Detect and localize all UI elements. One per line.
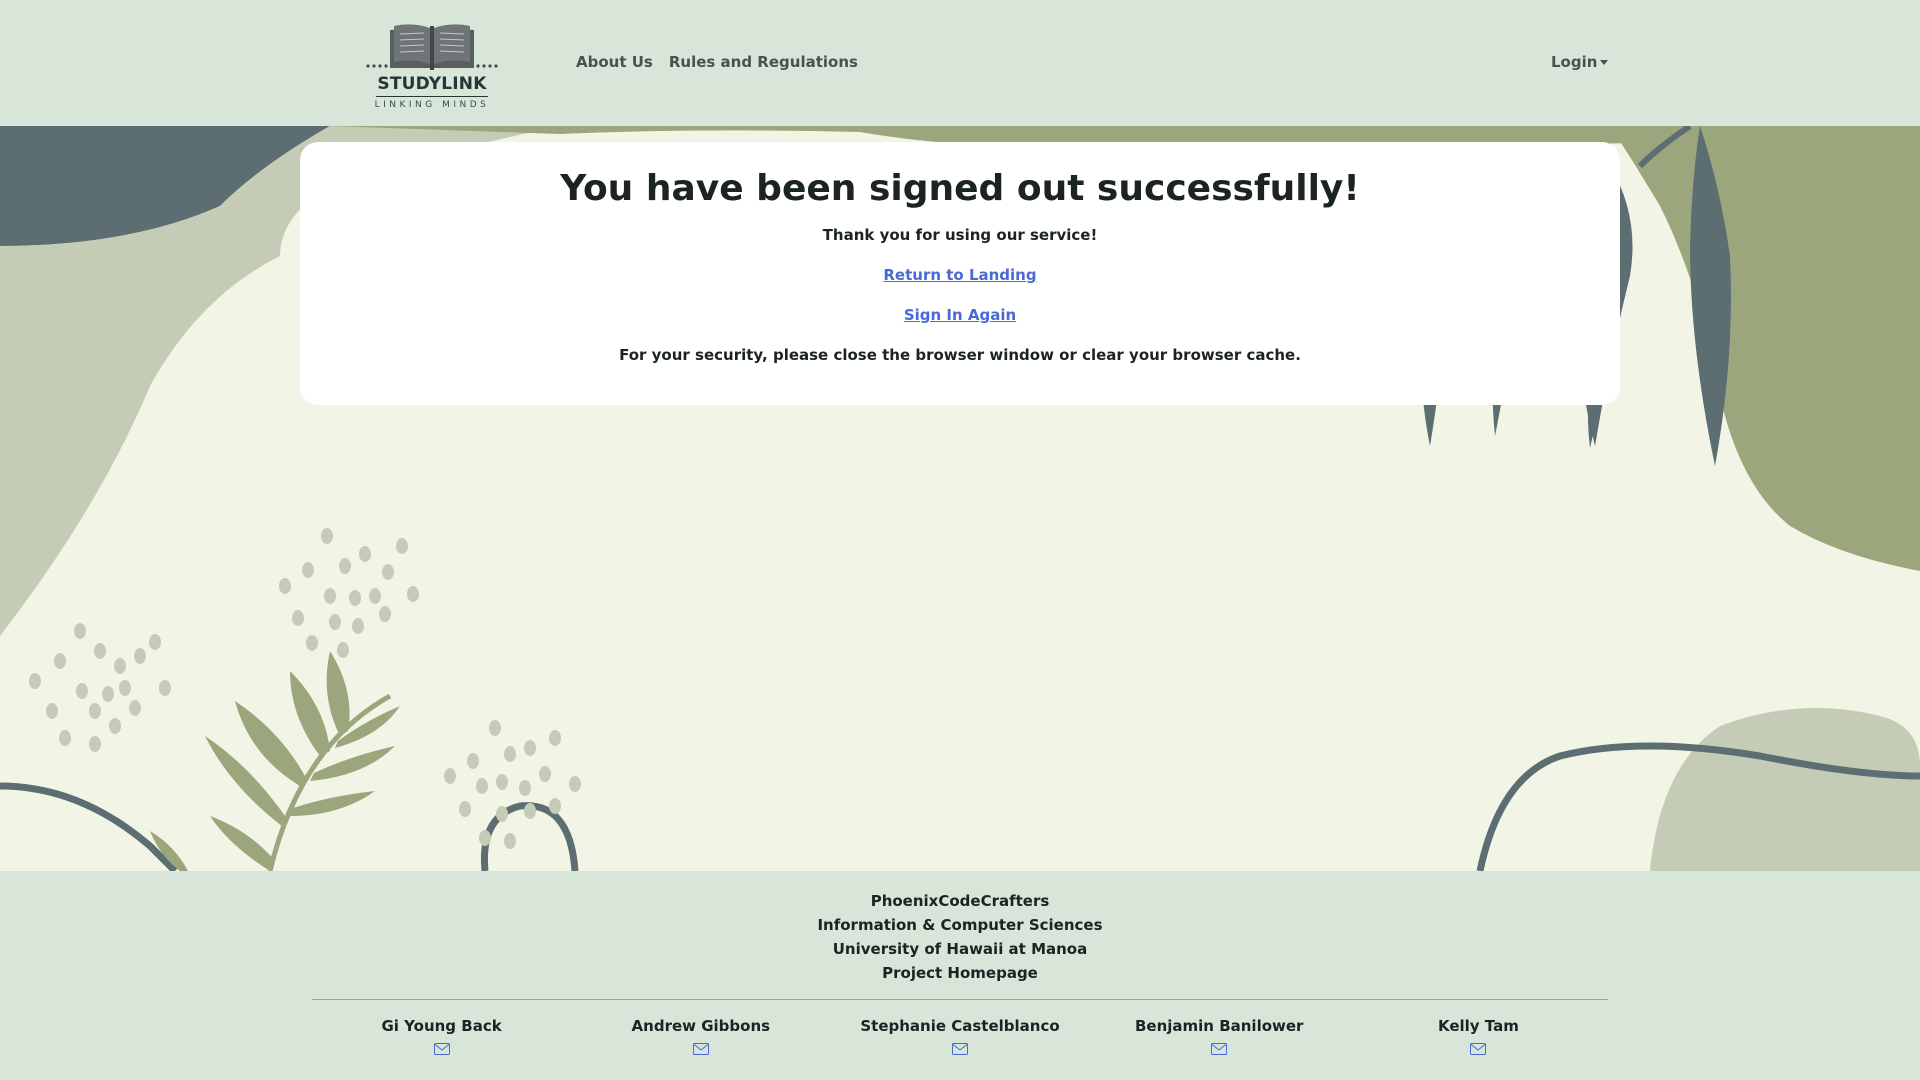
team-member: Kelly Tam <box>1349 1017 1608 1055</box>
security-note: For your security, please close the brow… <box>619 346 1301 364</box>
signout-title: You have been signed out successfully! <box>560 168 1360 209</box>
team-member: Benjamin Banilower <box>1090 1017 1349 1055</box>
member-name: Gi Young Back <box>381 1017 502 1035</box>
return-link-row: Return to Landing <box>300 266 1620 284</box>
envelope-icon[interactable] <box>952 1043 968 1055</box>
brand-tagline: LINKING MINDS <box>374 100 490 110</box>
footer-department: Information & Computer Sciences <box>817 916 1103 934</box>
team-member: Andrew Gibbons <box>571 1017 830 1055</box>
signout-card: You have been signed out successfully! T… <box>300 142 1620 405</box>
navbar: STUDYLINK LINKING MINDS About Us Rules a… <box>0 0 1920 126</box>
member-name: Andrew Gibbons <box>631 1017 771 1035</box>
envelope-icon[interactable] <box>1470 1043 1487 1055</box>
nav-rules-and-regulations[interactable]: Rules and Regulations <box>669 53 858 71</box>
member-name: Benjamin Banilower <box>1134 1017 1304 1035</box>
login-dropdown[interactable]: Login <box>1551 53 1609 71</box>
footer: PhoenixCodeCrafters Information & Comput… <box>0 871 1920 1080</box>
envelope-icon[interactable] <box>433 1043 450 1055</box>
sign-in-again-link[interactable]: Sign In Again <box>904 306 1016 324</box>
return-to-landing-link[interactable]: Return to Landing <box>883 266 1036 284</box>
brand-logo[interactable]: STUDYLINK LINKING MINDS <box>364 18 500 118</box>
member-name: Kelly Tam <box>1437 1017 1519 1035</box>
brand-name: STUDYLINK <box>377 74 487 94</box>
login-label: Login <box>1551 53 1598 71</box>
main-nav: About Us Rules and Regulations <box>576 53 858 71</box>
nav-about-us[interactable]: About Us <box>576 53 653 71</box>
footer-team-name: PhoenixCodeCrafters <box>870 892 1050 910</box>
caret-down-icon <box>1600 60 1609 65</box>
member-name: Stephanie Castelblanco <box>860 1017 1060 1035</box>
footer-divider <box>312 999 1608 1000</box>
envelope-icon[interactable] <box>692 1043 709 1055</box>
team-member: Stephanie Castelblanco <box>830 1017 1089 1055</box>
signin-link-row: Sign In Again <box>300 306 1620 324</box>
team-members: Gi Young Back Andrew Gibbons Stephanie C… <box>312 1017 1608 1055</box>
team-member: Gi Young Back <box>312 1017 571 1055</box>
thanks-message: Thank you for using our service! <box>822 226 1098 244</box>
footer-university: University of Hawaii at Manoa <box>832 940 1088 958</box>
brand-divider <box>376 96 488 97</box>
footer-project-homepage-link[interactable]: Project Homepage <box>0 961 1920 985</box>
footer-info: PhoenixCodeCrafters Information & Comput… <box>0 889 1920 985</box>
envelope-icon[interactable] <box>1211 1043 1228 1055</box>
